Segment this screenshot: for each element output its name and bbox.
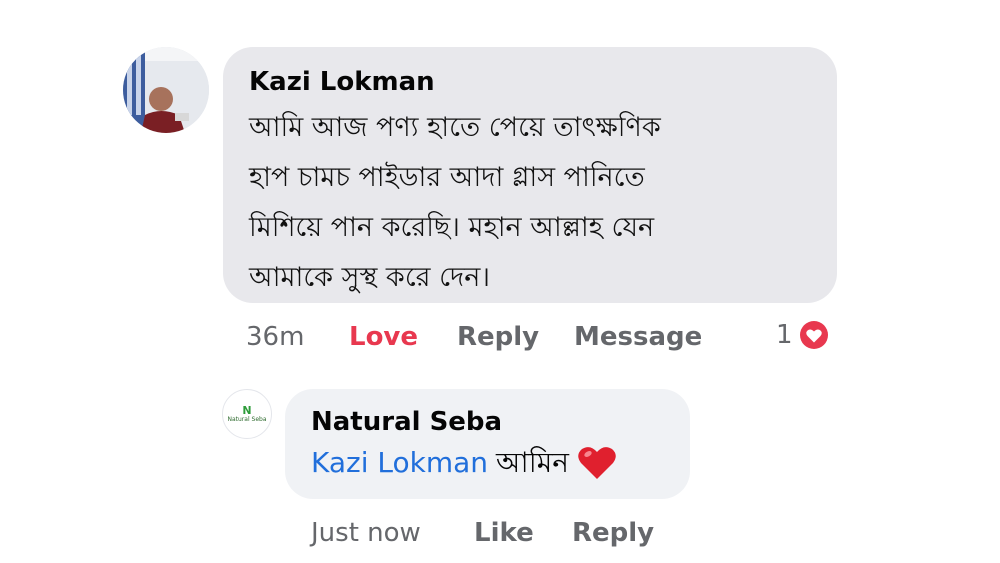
mention-link[interactable]: Kazi Lokman (311, 441, 488, 485)
heart-emoji (577, 445, 617, 481)
comment-author-name[interactable]: Kazi Lokman (249, 65, 813, 99)
logo-text: Natural Seba (227, 415, 267, 423)
reply-text: আমিন (496, 446, 569, 479)
reaction-summary[interactable]: 1 (776, 318, 831, 352)
reply-timestamp[interactable]: Just now (311, 516, 421, 550)
heart-reaction-icon (797, 319, 830, 351)
reply-to-reply-button[interactable]: Reply (572, 516, 654, 550)
profile-photo (123, 47, 209, 133)
reply-author-name[interactable]: Natural Seba (311, 405, 668, 439)
comment-text: আমি আজ পণ্য হাতে পেয়ে তাৎক্ষণিক হাপ চাম… (249, 112, 661, 293)
comment-bubble: Kazi Lokman আমি আজ পণ্য হাতে পেয়ে তাৎক্… (223, 47, 837, 303)
heart-emoji-icon (578, 447, 616, 479)
reply-button[interactable]: Reply (457, 320, 539, 354)
page-avatar[interactable]: N Natural Seba (222, 389, 272, 439)
reply-text-line: Kazi Lokman আমিন (311, 441, 668, 485)
comment-timestamp[interactable]: 36m (246, 320, 304, 354)
logo-mark: N (242, 403, 252, 417)
love-reaction-button[interactable]: Love (349, 320, 418, 354)
commenter-avatar[interactable] (123, 47, 209, 133)
like-button[interactable]: Like (474, 516, 534, 550)
reaction-count: 1 (776, 320, 793, 350)
reply-bubble: Natural Seba Kazi Lokman আমিন (285, 389, 690, 499)
message-button[interactable]: Message (574, 320, 702, 354)
